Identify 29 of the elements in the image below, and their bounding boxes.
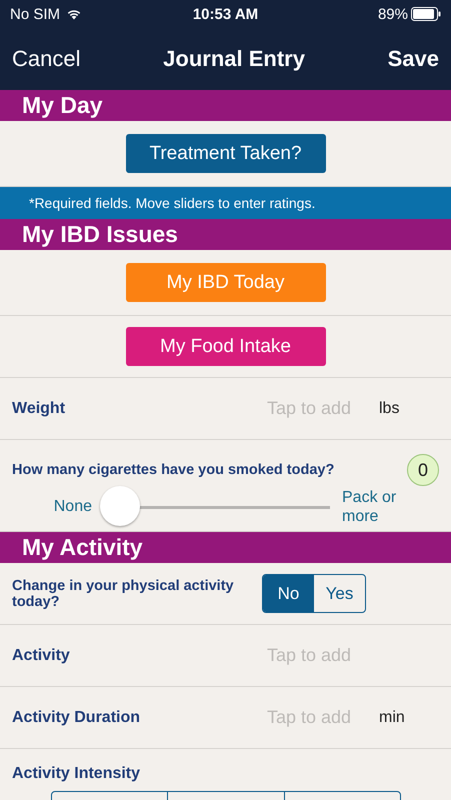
slider-thumb[interactable]	[100, 486, 140, 526]
segment-option[interactable]: Yes	[314, 575, 365, 612]
question-label: Change in your physical activity today?	[12, 578, 235, 610]
unit-label: min	[379, 708, 405, 726]
section-header: My IBD Issues	[0, 219, 451, 250]
slider[interactable]	[100, 486, 330, 528]
battery-icon	[411, 7, 441, 21]
field-label: Weight	[12, 400, 66, 418]
field-label: Activity	[12, 646, 71, 664]
question-label: How many cigarettes have you smoked today?	[12, 462, 336, 478]
unit-label: lbs	[379, 400, 400, 416]
cancel-button[interactable]: Cancel	[12, 46, 80, 72]
save-button[interactable]: Save	[388, 46, 439, 72]
field-label: Activity Duration	[12, 708, 142, 726]
wifi-icon	[66, 8, 82, 20]
section-header: My Day	[0, 90, 451, 121]
min-label: None	[52, 498, 93, 516]
section-header: My Activity	[0, 532, 451, 563]
value-badge: 0	[407, 454, 439, 486]
field-label: Activity Intensity	[12, 765, 140, 782]
screen-title: Journal Entry	[163, 46, 305, 72]
action-button[interactable]: Treatment Taken?	[126, 134, 326, 173]
action-button[interactable]: My Food Intake	[126, 327, 326, 366]
carrier-text: No SIM	[10, 6, 60, 22]
max-label: Pack or more	[342, 488, 398, 526]
battery-percent: 89%	[378, 6, 408, 22]
segment-option[interactable]: No	[263, 575, 314, 612]
clock-time: 10:53 AM	[192, 6, 258, 22]
info-banner: *Required fields. Move sliders to enter ratings.	[0, 187, 451, 219]
